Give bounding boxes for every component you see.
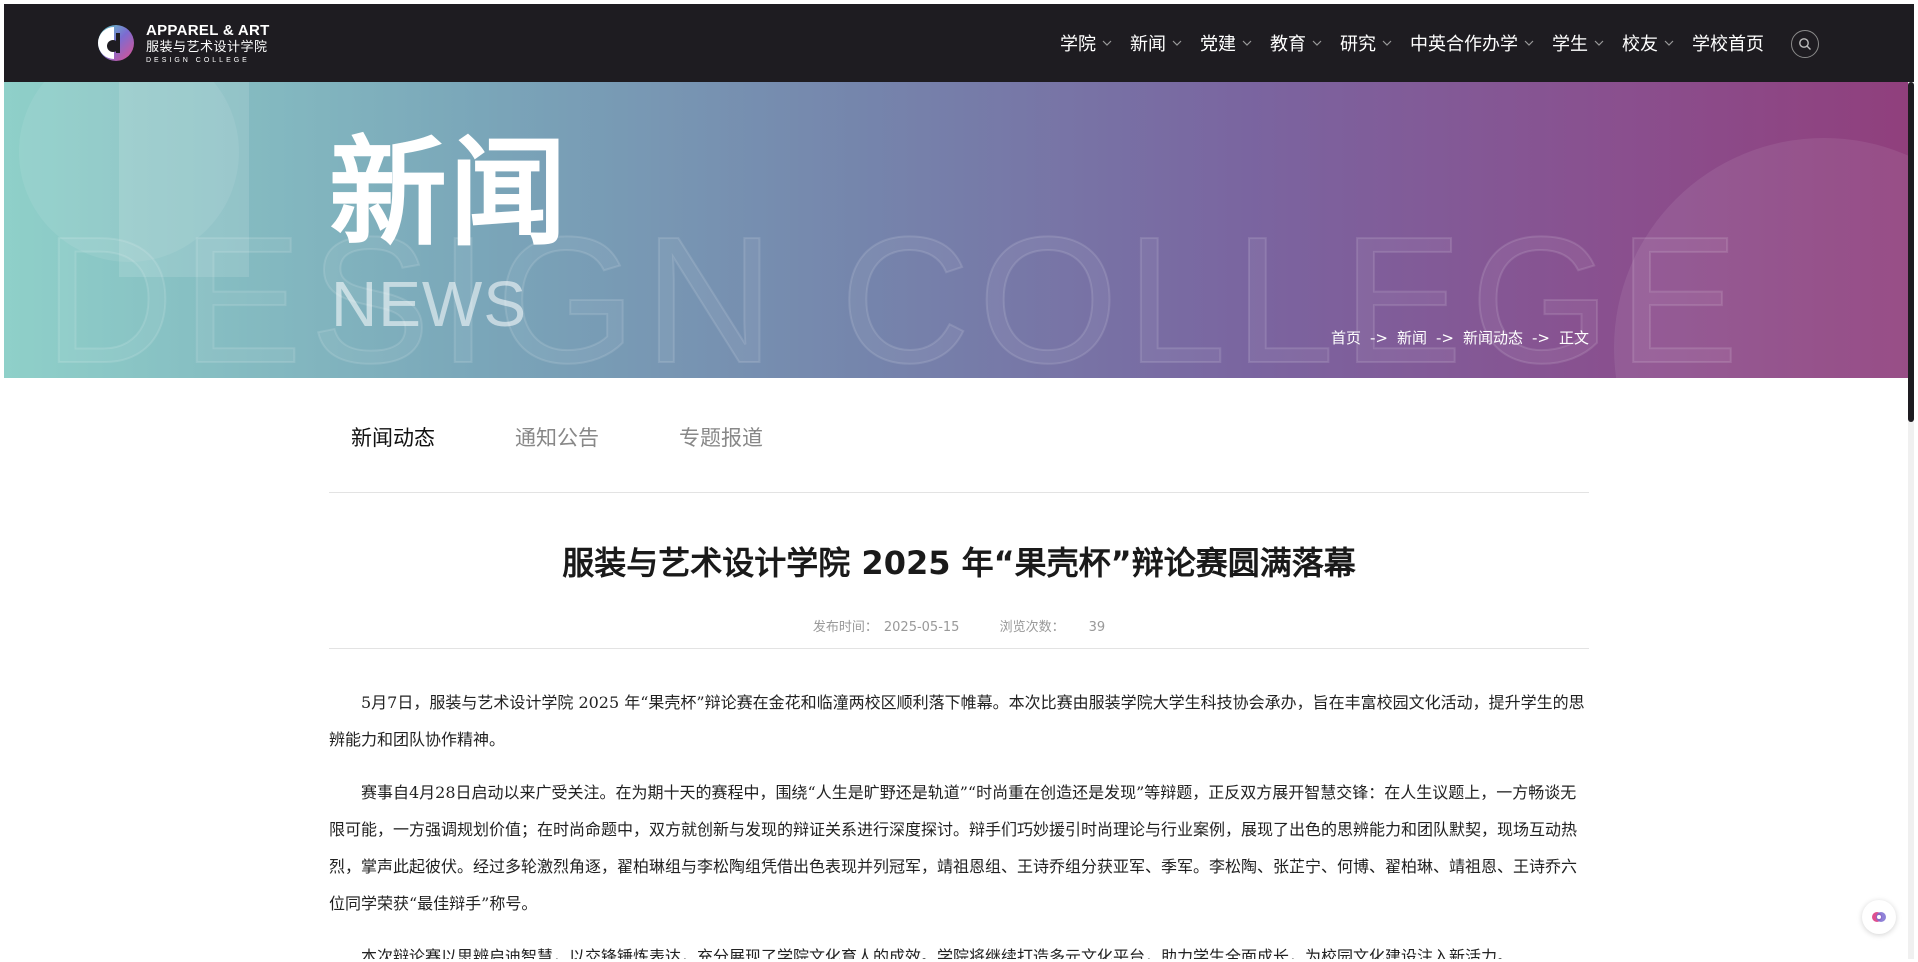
chevron-down-icon: [1664, 40, 1674, 46]
meta-divider: [329, 648, 1589, 649]
nav-item-label: 研究: [1340, 34, 1376, 55]
tab-announcements[interactable]: 通知公告: [515, 422, 599, 452]
news-tabs: 新闻动态 通知公告 专题报道: [351, 422, 843, 452]
chevron-down-icon: [1102, 40, 1112, 46]
logo-text-en-sub: DESIGN COLLEGE: [146, 56, 250, 64]
nav-item-label: 校友: [1622, 34, 1658, 55]
breadcrumb-separator: ->: [1532, 328, 1550, 347]
search-button[interactable]: [1791, 30, 1819, 58]
main-nav: 学院 新闻 党建 教育 研究 中英合作办学 学生 校友 学校首页: [1042, 4, 1764, 82]
tabs-divider: [329, 492, 1589, 493]
article-meta: 发布时间： 2025-05-15 浏览次数： 39: [329, 616, 1589, 635]
tab-special-reports[interactable]: 专题报道: [679, 422, 763, 452]
breadcrumb-news-updates[interactable]: 新闻动态: [1463, 327, 1523, 348]
site-header: APPAREL & ART 服装与艺术设计学院 DESIGN COLLEGE 学…: [4, 4, 1914, 82]
chevron-down-icon: [1382, 40, 1392, 46]
page-scrollbar[interactable]: [1908, 82, 1914, 959]
assistant-icon: [1872, 912, 1886, 922]
chevron-down-icon: [1242, 40, 1252, 46]
banner-title: 新闻: [329, 124, 570, 262]
nav-item-students[interactable]: 学生: [1552, 30, 1604, 56]
nav-item-label: 学院: [1060, 34, 1096, 55]
scrollbar-thumb[interactable]: [1908, 82, 1914, 422]
nav-item-label: 中英合作办学: [1410, 34, 1518, 55]
breadcrumb-news[interactable]: 新闻: [1397, 327, 1427, 348]
chevron-down-icon: [1312, 40, 1322, 46]
breadcrumb-home[interactable]: 首页: [1331, 327, 1361, 348]
article-paragraph: 赛事自4月28日启动以来广受关注。在为期十天的赛程中，围绕“人生是旷野还是轨道”…: [329, 783, 1578, 913]
article-paragraph: 5月7日，服装与艺术设计学院 2025 年“果壳杯”辩论赛在金花和临潼两校区顺利…: [329, 693, 1585, 749]
breadcrumb-separator: ->: [1370, 328, 1388, 347]
nav-item-university-home[interactable]: 学校首页: [1692, 30, 1764, 56]
views-label: 浏览次数：: [999, 620, 1065, 635]
chevron-down-icon: [1594, 40, 1604, 46]
nav-item-label: 学校首页: [1692, 34, 1764, 55]
banner-watermark: DESIGN COLLEGE: [43, 199, 1747, 378]
breadcrumb-current: 正文: [1558, 329, 1589, 347]
chevron-down-icon: [1524, 40, 1534, 46]
page-banner: DESIGN COLLEGE 新闻 NEWS 首页 -> 新闻 -> 新闻动态 …: [4, 82, 1914, 378]
nav-item-party[interactable]: 党建: [1200, 30, 1252, 56]
nav-item-label: 学生: [1552, 34, 1588, 55]
nav-item-college[interactable]: 学院: [1060, 30, 1112, 56]
assistant-float-button[interactable]: [1862, 900, 1896, 934]
breadcrumb: 首页 -> 新闻 -> 新闻动态 -> 正文: [1331, 327, 1589, 348]
banner-subtitle: NEWS: [331, 268, 527, 340]
logo-text-en: APPAREL & ART: [146, 21, 270, 39]
nav-item-education[interactable]: 教育: [1270, 30, 1322, 56]
chevron-down-icon: [1172, 40, 1182, 46]
publish-label: 发布时间：: [812, 620, 878, 635]
search-icon: [1799, 38, 1811, 50]
publish-date: 2025-05-15: [883, 620, 960, 635]
nav-item-news[interactable]: 新闻: [1130, 30, 1182, 56]
article-body: 5月7日，服装与艺术设计学院 2025 年“果壳杯”辩论赛在金花和临潼两校区顺利…: [329, 684, 1589, 959]
nav-item-label: 党建: [1200, 34, 1236, 55]
logo-mark-icon: [98, 25, 134, 61]
views-count: 39: [1088, 620, 1106, 635]
article-paragraph: 本次辩论赛以思辨启迪智慧，以交锋锤炼表达，充分展现了学院文化育人的成效。学院将继…: [361, 947, 1514, 959]
nav-item-alumni[interactable]: 校友: [1622, 30, 1674, 56]
page-frame: APPAREL & ART 服装与艺术设计学院 DESIGN COLLEGE 学…: [4, 4, 1914, 959]
logo-text-cn: 服装与艺术设计学院: [146, 39, 268, 55]
nav-item-research[interactable]: 研究: [1340, 30, 1392, 56]
nav-item-sino-british[interactable]: 中英合作办学: [1410, 30, 1534, 56]
article-title: 服装与艺术设计学院 2025 年“果壳杯”辩论赛圆满落幕: [562, 544, 1356, 582]
college-logo[interactable]: APPAREL & ART 服装与艺术设计学院 DESIGN COLLEGE: [92, 20, 282, 66]
nav-item-label: 教育: [1270, 34, 1306, 55]
nav-item-label: 新闻: [1130, 34, 1166, 55]
tab-news-updates[interactable]: 新闻动态: [351, 422, 435, 452]
breadcrumb-separator: ->: [1436, 328, 1454, 347]
